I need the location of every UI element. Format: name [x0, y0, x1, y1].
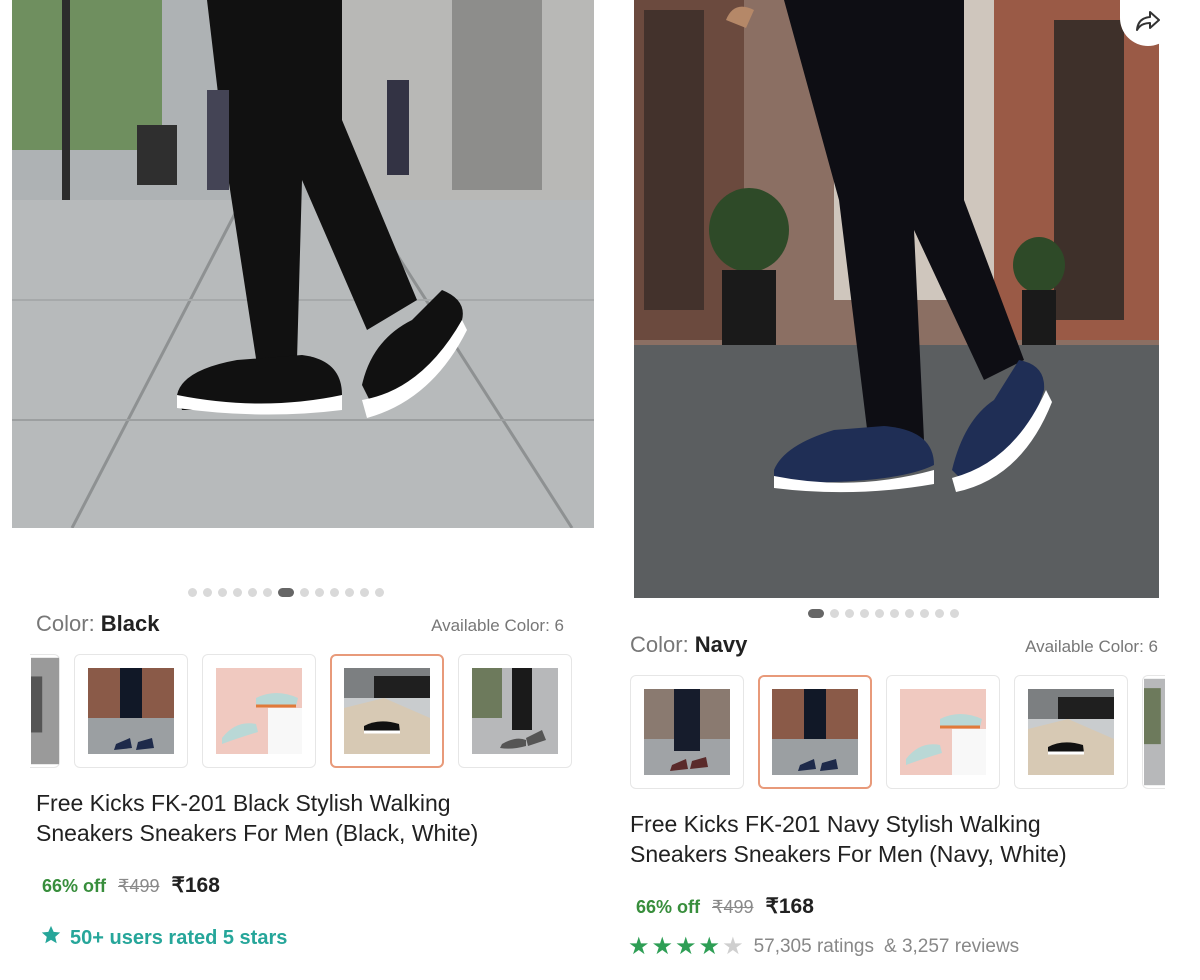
star-icon: ★: [651, 933, 674, 960]
available-colors: Available Color: 6: [1025, 637, 1158, 656]
star-icon: ★: [675, 933, 697, 960]
carousel-dot[interactable]: [920, 609, 929, 618]
product-title-line1: Free Kicks FK-201 Navy Stylish Walking: [630, 811, 1041, 837]
carousel-dot[interactable]: [218, 588, 227, 597]
color-swatch-black-selected[interactable]: [330, 654, 444, 768]
carousel-dot[interactable]: [203, 588, 212, 597]
color-row: Color: Navy Available Color: 6: [630, 632, 1158, 658]
carousel-dot[interactable]: [330, 588, 339, 597]
color-row: Color: Black Available Color: 6: [36, 611, 564, 637]
carousel-indicator[interactable]: [808, 609, 959, 618]
carousel-dot-active[interactable]: [278, 588, 294, 597]
color-value: Black: [100, 611, 160, 636]
rated-text: 50+ users rated 5 stars: [70, 926, 288, 949]
star-icon: ★: [698, 933, 721, 960]
product-title: Free Kicks FK-201 Navy Stylish Walking S…: [630, 809, 1170, 869]
discount-percent: 66% off: [636, 897, 701, 917]
available-colors: Available Color: 6: [431, 616, 564, 635]
carousel-dot[interactable]: [300, 588, 309, 597]
carousel-indicator[interactable]: [188, 588, 384, 597]
product-hero-image[interactable]: [634, 0, 1159, 598]
carousel-dot[interactable]: [375, 588, 384, 597]
star-icon: ★: [628, 933, 650, 960]
rating-highlight: 50+ users rated 5 stars: [40, 924, 287, 952]
carousel-dot[interactable]: [360, 588, 369, 597]
product-title-line2: Sneakers Sneakers For Men (Navy, White): [630, 841, 1067, 867]
product-title-line1: Free Kicks FK-201 Black Stylish Walking: [36, 790, 451, 816]
color-swatch-white-orange[interactable]: [202, 654, 316, 768]
product-title-line2: Sneakers Sneakers For Men (Black, White): [36, 820, 479, 846]
carousel-dot[interactable]: [890, 609, 899, 618]
color-swatch-navy-selected[interactable]: [758, 675, 872, 789]
carousel-dot[interactable]: [875, 609, 884, 618]
star-icon: ★: [722, 933, 744, 960]
color-swatch-dark[interactable]: [630, 675, 744, 789]
carousel-dot[interactable]: [950, 609, 959, 618]
sale-price: ₹168: [171, 874, 220, 897]
carousel-dot[interactable]: [248, 588, 257, 597]
product-hero-image[interactable]: [12, 0, 594, 528]
mrp-price: ₹499: [118, 876, 160, 896]
rating-summary[interactable]: ★ ★ ★ ★ ★ 57,305 ratings & 3,257 reviews: [628, 935, 1019, 959]
carousel-dot[interactable]: [188, 588, 197, 597]
price-row: 66% off ₹499 ₹168: [42, 873, 220, 898]
carousel-dot[interactable]: [845, 609, 854, 618]
color-swatch-white-orange[interactable]: [886, 675, 1000, 789]
carousel-dot[interactable]: [905, 609, 914, 618]
product-panel-navy: Color: Navy Available Color: 6 Free Kick…: [628, 0, 1200, 980]
star-icon: [40, 924, 62, 952]
carousel-dot-active[interactable]: [808, 609, 824, 618]
color-swatch-partial[interactable]: [1142, 675, 1165, 789]
carousel-dot[interactable]: [315, 588, 324, 597]
star-rating: ★ ★ ★ ★ ★: [628, 935, 744, 959]
color-swatch-list: [30, 654, 594, 768]
reviews-count: & 3,257 reviews: [884, 936, 1020, 957]
color-swatch-navy[interactable]: [74, 654, 188, 768]
color-prefix: Color:: [630, 632, 695, 657]
price-row: 66% off ₹499 ₹168: [636, 894, 814, 919]
carousel-dot[interactable]: [935, 609, 944, 618]
discount-percent: 66% off: [42, 876, 107, 896]
product-title: Free Kicks FK-201 Black Stylish Walking …: [36, 788, 576, 848]
carousel-dot[interactable]: [263, 588, 272, 597]
mrp-price: ₹499: [712, 897, 754, 917]
color-swatch-list: [630, 675, 1165, 789]
color-label: Color: Black: [36, 611, 160, 637]
color-value: Navy: [694, 632, 748, 657]
color-swatch-grey[interactable]: [458, 654, 572, 768]
color-swatch-partial[interactable]: [30, 654, 60, 768]
color-swatch-black[interactable]: [1014, 675, 1128, 789]
carousel-dot[interactable]: [830, 609, 839, 618]
share-icon: [1135, 10, 1161, 37]
color-label: Color: Navy: [630, 632, 747, 658]
carousel-dot[interactable]: [860, 609, 869, 618]
carousel-dot[interactable]: [345, 588, 354, 597]
ratings-count: 57,305 ratings: [753, 936, 874, 957]
color-prefix: Color:: [36, 611, 101, 636]
carousel-dot[interactable]: [233, 588, 242, 597]
product-panel-black: Color: Black Available Color: 6 Free Kic…: [12, 0, 596, 980]
sale-price: ₹168: [765, 895, 814, 918]
